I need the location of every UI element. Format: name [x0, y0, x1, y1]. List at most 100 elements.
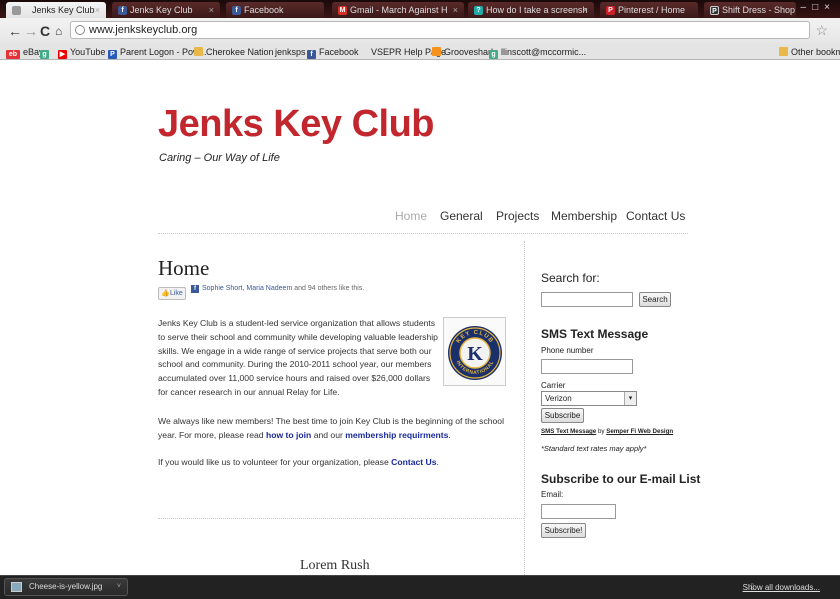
pinterest-icon: P — [606, 6, 615, 15]
home-icon[interactable]: ⌂ — [55, 23, 62, 39]
nav-projects[interactable]: Projects — [496, 209, 539, 223]
bookmark-cherokee-nation[interactable]: Cherokee Nation — [194, 46, 274, 58]
ebay-icon: eb — [6, 50, 20, 59]
key-club-emblem-icon: K KEY CLUB INTERNATIONAL — [448, 326, 502, 380]
search-button[interactable]: Search — [639, 292, 671, 307]
carrier-select[interactable]: Verizon ▾ — [541, 391, 637, 406]
reload-icon[interactable]: C — [40, 23, 50, 39]
intro-paragraph: Jenks Key Club is a student-led service … — [158, 318, 438, 397]
like-rest: and 94 others like this. — [292, 285, 365, 292]
browser-toolbar: ← → C ⌂ www.jenkskeyclub.org ☆ — [0, 18, 840, 44]
image-file-icon — [11, 582, 22, 592]
sms-credit: SMS Text Message by Semper Fi Web Design — [541, 428, 674, 435]
site-title[interactable]: Jenks Key Club — [158, 103, 435, 146]
membership-requirements-link[interactable]: membership requirments — [345, 430, 448, 440]
site-tagline: Caring – Our Way of Life — [159, 152, 280, 164]
chevron-down-icon: ▾ — [624, 392, 636, 405]
nav-membership[interactable]: Membership — [551, 209, 617, 223]
shop-icon: P — [710, 6, 719, 15]
tab-how-do-i-take-screenshot[interactable]: ? How do I take a screensh × — [468, 2, 594, 18]
rates-note: *Standard text rates may apply* — [541, 444, 647, 453]
tab-label: Jenks Key Club — [130, 5, 193, 15]
sms-subscribe-button[interactable]: Subscribe — [541, 408, 584, 423]
tab-facebook[interactable]: f Facebook — [226, 2, 324, 18]
semper-fi-link[interactable]: Semper Fi Web Design — [606, 428, 673, 435]
page-icon — [12, 6, 21, 15]
bookmark-grooveshark[interactable]: Grooveshark — [432, 46, 496, 58]
key-club-logo: K KEY CLUB INTERNATIONAL — [443, 317, 506, 386]
content-divider — [158, 518, 524, 519]
web-page: Jenks Key Club Caring – Our Way of Life … — [0, 61, 840, 575]
google-icon: g — [40, 50, 49, 59]
sms-heading: SMS Text Message — [541, 327, 649, 341]
nav-general[interactable]: General — [440, 209, 483, 223]
facebook-like-button[interactable]: 👍Like — [158, 287, 186, 300]
bookmark-email[interactable]: g llinscott@mccormic... — [489, 46, 586, 59]
chevron-down-icon[interactable]: ˅ — [117, 579, 121, 595]
download-bar: Cheese-is-yellow.jpg ˅ ⇩ Show all downlo… — [0, 575, 840, 599]
tab-gmail[interactable]: M Gmail - March Against H × — [332, 2, 464, 18]
tab-label: Gmail - March Against H — [350, 5, 448, 15]
search-input[interactable] — [541, 292, 633, 307]
window-controls[interactable]: –□× — [801, 2, 836, 13]
tab-shift-dress[interactable]: P Shift Dress - Shop for Shi — [704, 2, 796, 18]
contact-us-link[interactable]: Contact Us — [391, 457, 436, 467]
logo-letter: K — [467, 343, 483, 365]
google-icon: g — [489, 50, 498, 59]
folder-icon — [194, 47, 203, 56]
bookmark-jenksps[interactable]: jenksps — [275, 46, 306, 58]
facebook-icon: f — [118, 6, 127, 15]
bookmark-ebay[interactable]: eb eBay — [6, 46, 44, 59]
volunteer-paragraph: If you would like us to volunteer for yo… — [158, 457, 439, 467]
back-icon[interactable]: ← — [8, 23, 22, 39]
close-icon[interactable]: × — [583, 2, 588, 18]
page-info-icon — [75, 25, 85, 35]
sms-text-message-link[interactable]: SMS Text Message — [541, 428, 596, 435]
tab-pinterest[interactable]: P Pinterest / Home — [600, 2, 698, 18]
carrier-label: Carrier — [541, 381, 566, 390]
sidebar-divider — [524, 241, 525, 575]
section-heading: Lorem Rush — [300, 558, 370, 573]
nav-divider — [158, 233, 688, 234]
close-icon[interactable]: × — [453, 2, 458, 18]
close-icon[interactable]: × — [95, 2, 100, 18]
bookmark-star-icon[interactable]: ☆ — [815, 22, 828, 39]
folder-icon — [779, 47, 788, 56]
bookmark-youtube[interactable]: ▶ YouTube — [58, 46, 105, 59]
email-input[interactable] — [541, 504, 616, 519]
nav-contact-us[interactable]: Contact Us — [626, 209, 685, 223]
bookmark-facebook[interactable]: f Facebook — [307, 46, 359, 59]
facebook-icon: f — [307, 50, 316, 59]
tab-jenks-key-club[interactable]: Jenks Key Club × — [6, 2, 106, 18]
grooveshark-icon — [432, 47, 441, 56]
address-bar[interactable]: www.jenkskeyclub.org — [70, 21, 810, 39]
bookmark-parent-logon[interactable]: P Parent Logon - Pow... — [108, 46, 207, 59]
help-icon: ? — [474, 6, 483, 15]
email-label: Email: — [541, 490, 564, 499]
tab-label: Facebook — [244, 5, 284, 15]
like-summary: Sophie Short, Maria Nadeem and 94 others… — [202, 284, 372, 293]
bookmark-other[interactable]: Other bookmarks — [779, 46, 840, 58]
facebook-icon: f — [232, 6, 241, 15]
email-subscribe-button[interactable]: Subscribe! — [541, 523, 586, 538]
download-filename: Cheese-is-yellow.jpg — [29, 582, 103, 591]
youtube-icon: ▶ — [58, 50, 67, 59]
tab-label: Pinterest / Home — [618, 5, 686, 15]
tab-strip: Jenks Key Club × f Jenks Key Club × f Fa… — [0, 0, 840, 18]
close-icon[interactable]: × — [209, 2, 214, 18]
bookmarks-bar: eb eBay g ▶ YouTube P Parent Logon - Pow...… — [0, 44, 840, 60]
like-names[interactable]: Sophie Short, Maria Nadeem — [202, 285, 292, 292]
facebook-icon: f — [191, 285, 199, 293]
gmail-icon: M — [338, 6, 347, 15]
tab-label: Jenks Key Club — [32, 5, 95, 15]
download-item[interactable]: Cheese-is-yellow.jpg ˅ — [4, 578, 128, 596]
forward-icon[interactable]: → — [24, 23, 38, 39]
tab-jenks-key-club-facebook[interactable]: f Jenks Key Club × — [112, 2, 220, 18]
address-text: www.jenkskeyclub.org — [89, 24, 198, 36]
bookmark-google[interactable]: g — [40, 46, 52, 59]
nav-home[interactable]: Home — [395, 209, 427, 223]
show-all-downloads-link[interactable]: Show all downloads... — [743, 583, 820, 592]
tab-label: How do I take a screensh — [486, 5, 588, 15]
how-to-join-link[interactable]: how to join — [266, 430, 311, 440]
phone-number-input[interactable] — [541, 359, 633, 374]
